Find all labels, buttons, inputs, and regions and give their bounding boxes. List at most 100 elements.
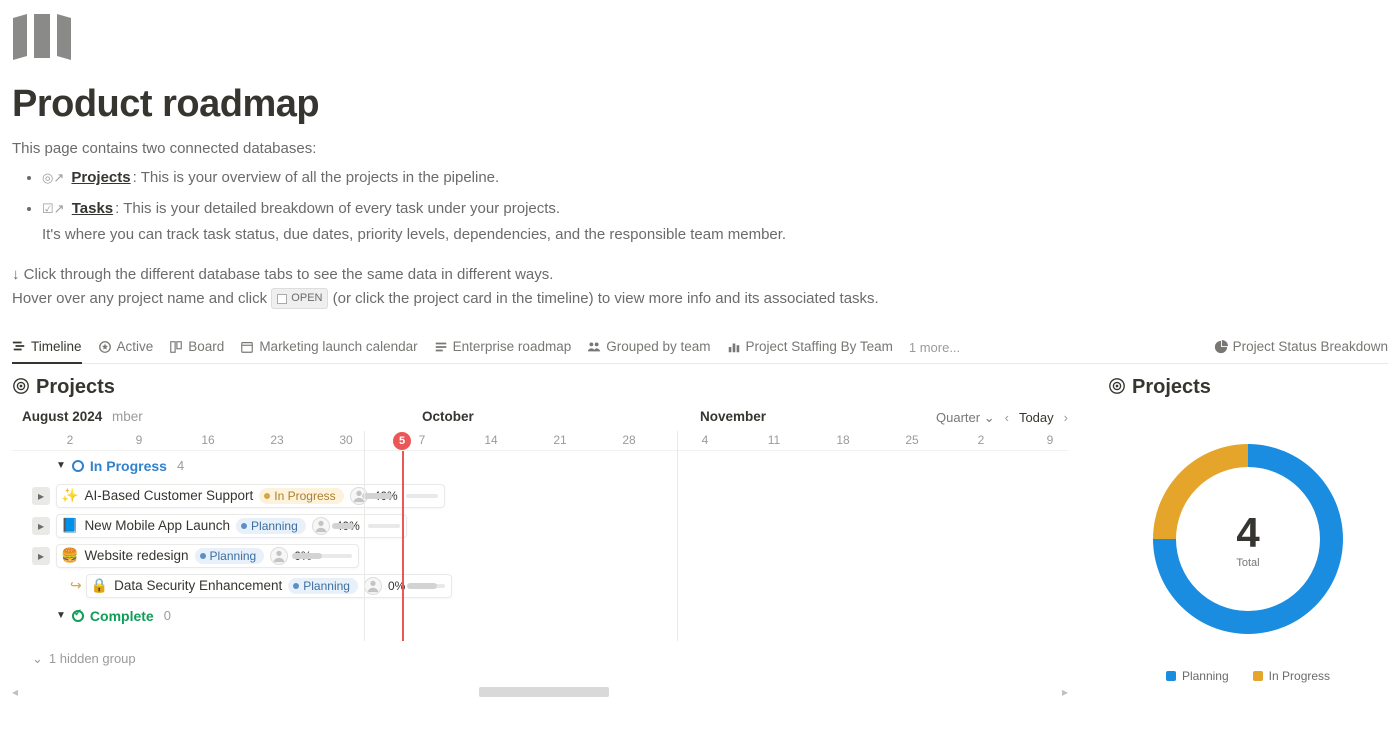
date-tick: 16: [201, 433, 214, 447]
quarter-dropdown[interactable]: Quarter ⌄: [936, 410, 995, 426]
tab-active[interactable]: Active: [98, 333, 154, 362]
chart-title: Projects: [1132, 376, 1211, 399]
date-tick: 25: [905, 433, 918, 447]
expand-button[interactable]: ▸: [32, 547, 50, 565]
group-header-complete[interactable]: ▼ Complete 0: [12, 601, 1068, 631]
gantt-bar[interactable]: [407, 583, 437, 589]
tab-project-staffing-by-team[interactable]: Project Staffing By Team: [727, 333, 893, 362]
calendar-icon: [240, 340, 254, 354]
expand-button[interactable]: ▸: [32, 487, 50, 505]
donut-chart: 4 Total: [1148, 439, 1348, 639]
date-tick: 21: [553, 433, 566, 447]
tab-enterprise-roadmap[interactable]: Enterprise roadmap: [434, 333, 572, 362]
projects-link[interactable]: Projects: [71, 169, 130, 186]
item-emoji-icon: ✨: [61, 487, 78, 504]
prev-button[interactable]: ‹: [1005, 410, 1009, 425]
group-header-in-progress[interactable]: ▼In Progress4: [12, 451, 1068, 481]
chart-legend: Planning In Progress: [1108, 669, 1388, 683]
desc-text: : This is your detailed breakdown of eve…: [115, 200, 560, 217]
item-emoji-icon: 🔒: [91, 577, 108, 594]
check-icon: ☑↗: [42, 201, 65, 216]
next-button[interactable]: ›: [1064, 410, 1068, 425]
chart-section-header: Projects: [1108, 376, 1388, 399]
scroll-right-icon[interactable]: ▸: [1062, 685, 1068, 699]
view-tabs: Timeline Active Board Marketing launch cale…: [12, 333, 1388, 364]
pie-icon: [1214, 340, 1228, 354]
project-card[interactable]: 📘New Mobile App LaunchPlanning40%: [56, 514, 407, 538]
group-label: In Progress: [90, 458, 167, 474]
legend-item[interactable]: Planning: [1166, 669, 1229, 683]
donut-total: 4: [1236, 509, 1259, 557]
projects-section-header: Projects: [12, 376, 1068, 399]
gantt-bar[interactable]: [292, 553, 322, 559]
tab-marketing-launch-calendar[interactable]: Marketing launch calendar: [240, 333, 417, 362]
timeline-icon: [12, 339, 26, 353]
database-description-list: ◎↗ Projects: This is your overview of al…: [12, 167, 1388, 247]
gantt-bar[interactable]: [332, 523, 354, 529]
expand-button[interactable]: ▸: [32, 517, 50, 535]
tab-project-status-breakdown[interactable]: Project Status Breakdown: [1214, 333, 1388, 362]
timeline-item: ↪🔒Data Security EnhancementPlanning0%: [12, 571, 1068, 601]
date-tick: 2: [978, 433, 985, 447]
donut-total-label: Total: [1236, 557, 1259, 569]
progress-bar: [368, 524, 400, 528]
legend-item[interactable]: In Progress: [1253, 669, 1330, 683]
date-tick: 7: [419, 433, 426, 447]
tab-label: Grouped by team: [606, 339, 710, 354]
chart-icon: [727, 340, 741, 354]
people-icon: [587, 340, 601, 354]
group-count: 0: [164, 608, 171, 623]
scroll-left-icon[interactable]: ◂: [12, 685, 18, 699]
target-icon: [12, 377, 30, 398]
sub-arrow-icon: ↪: [70, 577, 82, 594]
more-views[interactable]: 1 more...: [909, 340, 960, 355]
timeline-item: ▸✨AI-Based Customer SupportIn Progress40…: [12, 481, 1068, 511]
legend-swatch: [1166, 671, 1176, 681]
target-icon: ◎↗: [42, 170, 64, 185]
tab-label: Timeline: [31, 339, 82, 354]
open-button-badge[interactable]: OPEN: [271, 288, 328, 310]
legend-label: Planning: [1182, 669, 1229, 683]
hidden-group-toggle[interactable]: ⌄ 1 hidden group: [12, 641, 1068, 677]
list-icon: [434, 340, 448, 354]
horizontal-scrollbar[interactable]: ◂ ▸: [12, 685, 1068, 699]
chevron-down-icon: ⌄: [32, 651, 43, 667]
hidden-group-label: 1 hidden group: [49, 651, 136, 666]
status-badge: In Progress: [259, 488, 343, 504]
tab-timeline[interactable]: Timeline: [12, 333, 82, 364]
progress-bar: [320, 554, 352, 558]
tab-board[interactable]: Board: [169, 333, 224, 362]
date-tick: 14: [484, 433, 497, 447]
progress-bar: [406, 494, 438, 498]
desc-extra: It's where you can track task status, du…: [42, 224, 1388, 247]
board-icon: [169, 340, 183, 354]
month-label: August 2024 mber: [22, 409, 143, 424]
timeline-item: ▸ 📘New Mobile App LaunchPlanning40%: [12, 511, 1068, 541]
today-button[interactable]: Today: [1019, 410, 1054, 425]
list-item: ☑↗ Tasks: This is your detailed breakdow…: [42, 198, 1388, 247]
status-badge: Planning: [288, 578, 358, 594]
gantt-bar[interactable]: [362, 493, 392, 499]
group-label: Complete: [90, 608, 154, 624]
tab-label: Active: [117, 339, 154, 354]
project-card[interactable]: 🔒Data Security EnhancementPlanning0%: [86, 574, 453, 598]
item-emoji-icon: 📘: [61, 517, 78, 534]
avatar: [270, 547, 288, 565]
scroll-thumb[interactable]: [479, 687, 609, 697]
caret-icon: ▼: [56, 610, 66, 621]
date-tick: 23: [270, 433, 283, 447]
section-title: Projects: [36, 376, 115, 399]
item-emoji-icon: 🍔: [61, 547, 78, 564]
timeline-date-axis: 2916233057142128411182529: [12, 431, 1068, 451]
date-tick: 9: [1047, 433, 1054, 447]
tab-label: Marketing launch calendar: [259, 339, 417, 354]
today-marker: 5: [393, 432, 411, 450]
target-icon: [1108, 377, 1126, 398]
desc-text: : This is your overview of all the proje…: [133, 169, 500, 186]
item-name: Data Security Enhancement: [114, 578, 282, 593]
instruction-line1: ↓ Click through the different database t…: [12, 263, 1388, 287]
tab-grouped-by-team[interactable]: Grouped by team: [587, 333, 710, 362]
date-tick: 18: [836, 433, 849, 447]
tasks-link[interactable]: Tasks: [72, 200, 113, 217]
star-icon: [98, 340, 112, 354]
